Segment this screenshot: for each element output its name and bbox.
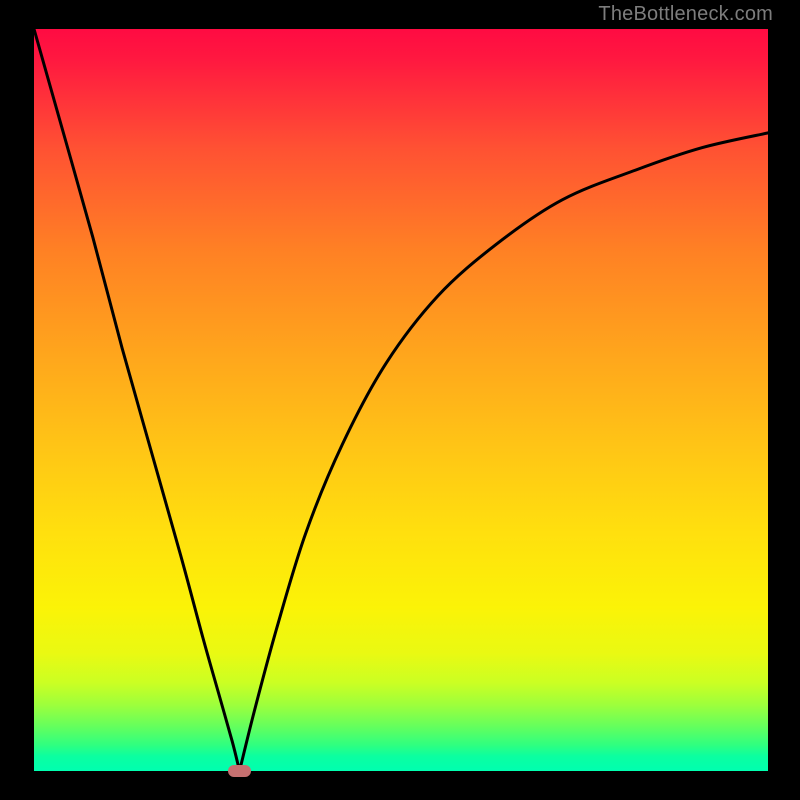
chart-container: TheBottleneck.com — [0, 0, 800, 800]
attribution-text: TheBottleneck.com — [598, 3, 773, 26]
gradient-plot-area — [34, 29, 768, 771]
bottleneck-marker — [228, 765, 251, 776]
